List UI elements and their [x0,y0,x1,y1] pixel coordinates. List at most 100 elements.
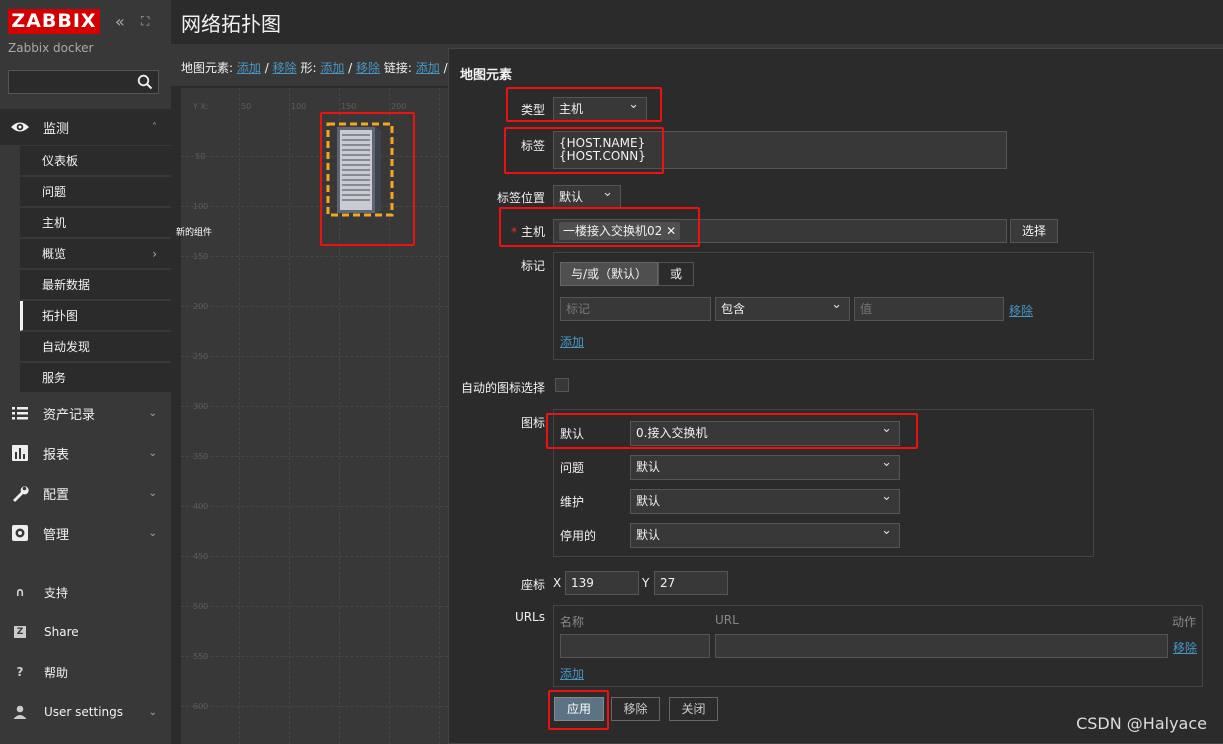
host-label: * 主机 [501,223,545,240]
nav-user-settings[interactable]: User settings ⌄ [0,697,171,727]
add-tag-link[interactable]: 添加 [560,333,584,350]
remove-tag-link[interactable]: 移除 [1009,302,1033,319]
remove-button[interactable]: 移除 [611,697,660,721]
grid-line [239,88,240,744]
url-name-input[interactable] [560,634,710,658]
grid-line [181,706,448,707]
separator: / [348,61,353,75]
tag-operator-select[interactable]: 包含 [715,294,850,321]
required-mark: * [511,225,521,239]
url-input[interactable] [715,634,1168,658]
nav-help[interactable]: ? 帮助 [0,657,171,687]
zabbix-logo[interactable]: ZABBIX [8,9,100,34]
tag-name-input[interactable]: 标记 [560,297,711,321]
y-axis-tick: 200 [193,302,209,311]
user-icon [13,705,27,719]
form-header: 地图元素 [460,68,513,83]
list-icon [12,407,28,420]
host-chip-text: 一楼接入交换机02 [563,224,663,238]
separator: / [264,61,269,75]
nav-problems[interactable]: 问题 [20,177,171,207]
or-toggle[interactable]: 或 [658,262,694,286]
shapes-label: 形: [300,61,317,75]
collapse-sidebar-icon[interactable]: « [115,12,125,31]
grid-line [181,306,448,307]
type-label: 类型 [520,103,545,117]
y-axis-tick: 250 [193,352,209,361]
y-axis-tick: 500 [193,602,209,611]
add-link-link[interactable]: 添加 [416,61,440,75]
nav-reports[interactable]: 报表 ⌄ [0,435,171,471]
chevron-right-icon: › [152,247,157,261]
nav-user-settings-label: User settings [44,705,124,719]
nav-share-label: Share [44,625,79,639]
remove-url-link[interactable]: 移除 [1173,639,1197,656]
label-location-label: 标签位置 [496,191,545,205]
kiosk-mode-icon[interactable]: ⛶ [141,14,149,29]
links-label: 链接: [383,61,412,75]
host-chip: 一楼接入交换机02 ✕ [559,222,681,240]
chevron-down-icon: ⌄ [148,706,157,718]
select-host-button[interactable]: 选择 [1010,219,1058,243]
nav-overview-label: 概览 [42,247,67,261]
x-axis-tick: 150 [341,102,357,111]
nav-maps[interactable]: 拓扑图 [20,301,171,331]
icons-box: 默认 0.接入交换机 问题 默认 维护 默认 停用的 默认 [553,409,1094,557]
y-axis-tick: 150 [193,252,209,261]
url-name-header: 名称 [560,615,585,629]
url-header: URL [715,613,739,627]
x-coordinate-input[interactable]: 139 [565,571,639,595]
icon-disabled-label: 停用的 [560,529,597,543]
search-box [8,70,159,94]
y-coordinate-input[interactable]: 27 [654,571,728,595]
label-location-select[interactable]: 默认 [553,182,621,209]
icon-maintenance-select[interactable]: 默认 [630,486,900,514]
map-canvas[interactable]: Y X: 50 100 150 200 50 100 150 200 250 3… [181,88,448,744]
search-icon[interactable] [137,74,153,90]
x-axis-tick: 100 [291,102,307,111]
type-select[interactable]: 主机 [553,94,647,121]
help-icon: ? [16,665,24,679]
label-textarea[interactable]: {HOST.NAME} {HOST.CONN} [553,131,1007,169]
nav-discovery[interactable]: 自动发现 [20,332,171,362]
chevron-down-icon: ⌄ [148,487,157,499]
close-icon[interactable]: ✕ [666,224,676,238]
nav-administration[interactable]: 管理 ⌄ [0,515,171,551]
and-or-toggle[interactable]: 与/或（默认） [560,262,658,286]
nav-inventory[interactable]: 资产记录 ⌄ [0,395,171,431]
auto-icon-checkbox[interactable] [555,378,569,392]
server-rack-icon[interactable] [325,121,395,218]
grid-line [181,506,448,507]
host-multiselect[interactable]: 一楼接入交换机02 ✕ [553,219,1007,243]
add-shape-link[interactable]: 添加 [320,61,344,75]
y-axis-tick: 450 [193,552,209,561]
bar-chart-icon [12,445,28,461]
apply-button[interactable]: 应用 [554,697,604,721]
nav-latest-data[interactable]: 最新数据 [20,270,171,300]
grid-line [289,88,290,744]
y-axis-tick: 600 [193,702,209,711]
icon-default-select[interactable]: 0.接入交换机 [630,418,900,446]
icon-disabled-select[interactable]: 默认 [630,520,900,548]
nav-services[interactable]: 服务 [20,363,171,393]
nav-overview[interactable]: 概览 › [20,239,171,269]
nav-configuration[interactable]: 配置 ⌄ [0,475,171,511]
add-url-link[interactable]: 添加 [560,665,584,682]
sidebar: ZABBIX « ⛶ Zabbix docker 监测 ˄ 仪表板 问题 主机 … [0,0,171,744]
nav-share[interactable]: Z Share [0,617,171,647]
y-axis-tick: 300 [193,402,209,411]
nav-administration-label: 管理 [43,527,70,543]
search-input[interactable] [9,71,129,93]
icon-problem-select[interactable]: 默认 [630,452,900,480]
remove-shape-link[interactable]: 移除 [356,61,380,75]
grid-line [181,556,448,557]
close-button[interactable]: 关闭 [669,697,718,721]
nav-dashboard[interactable]: 仪表板 [20,146,171,176]
remove-element-link[interactable]: 移除 [273,61,297,75]
add-element-link[interactable]: 添加 [237,61,261,75]
tag-value-input[interactable]: 值 [854,297,1004,321]
chevron-down-icon: ⌄ [148,407,157,419]
nav-support[interactable]: ∩ 支持 [0,577,171,607]
nav-support-label: 支持 [44,585,69,600]
nav-monitoring[interactable]: 监测 ˄ [0,109,171,145]
